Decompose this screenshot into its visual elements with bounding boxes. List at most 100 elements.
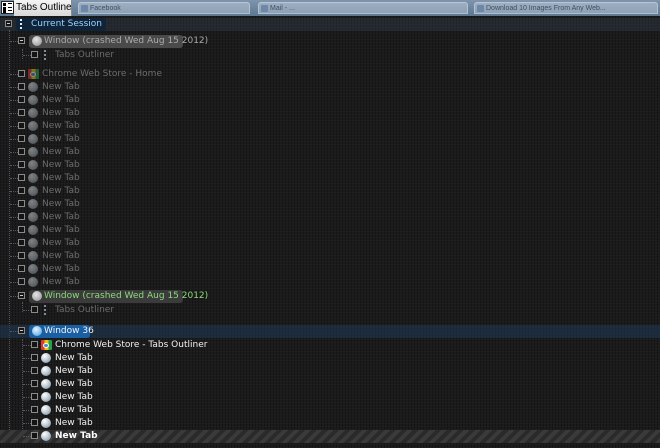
crashed-window-node[interactable]: Window (crashed Wed Aug 15 2012) — [29, 290, 208, 303]
tabs-outliner-icon — [43, 305, 47, 316]
tab-checkbox[interactable] — [18, 96, 25, 103]
globe-icon — [28, 147, 38, 157]
tree-row-tab[interactable]: New Tab — [0, 81, 660, 94]
tree-connector — [10, 331, 18, 332]
tree-row-tab[interactable]: New Tab — [0, 276, 660, 289]
tree-connector — [23, 371, 31, 372]
tree-row-window[interactable]: Window (crashed Wed Aug 15 2012) — [0, 290, 660, 303]
globe-icon — [41, 418, 51, 428]
globe-icon — [28, 134, 38, 144]
tree-row-tab[interactable]: New Tab — [0, 391, 660, 404]
tab-checkbox[interactable] — [18, 70, 25, 77]
tab-checkbox[interactable] — [31, 367, 38, 374]
tree-row-tab[interactable]: Chrome Web Store - Tabs Outliner — [0, 339, 660, 352]
tree-row-tab[interactable]: New Tab — [0, 237, 660, 250]
tab-checkbox[interactable] — [18, 239, 25, 246]
tree-connector — [10, 74, 18, 75]
globe-icon — [28, 95, 38, 105]
globe-icon — [41, 353, 51, 363]
tree-row-tab[interactable]: New Tab — [0, 120, 660, 133]
tab-checkbox[interactable] — [18, 109, 25, 116]
tree-row-tab[interactable]: New Tab — [0, 107, 660, 120]
tab-checkbox[interactable] — [18, 135, 25, 142]
tab-checkbox[interactable] — [31, 306, 38, 313]
tree-connector — [10, 256, 18, 257]
tree-row-tab[interactable]: New Tab — [0, 185, 660, 198]
tab-checkbox[interactable] — [18, 83, 25, 90]
tab-checkbox[interactable] — [31, 341, 38, 348]
globe-icon — [41, 405, 51, 415]
tab-checkbox[interactable] — [31, 419, 38, 426]
tree-row-tab[interactable]: New Tab — [0, 250, 660, 263]
tab-checkbox[interactable] — [31, 393, 38, 400]
tree-row-tab[interactable]: Chrome Web Store - Home — [0, 68, 660, 81]
tree-row-tab[interactable]: New Tab — [0, 352, 660, 365]
tree-row-window[interactable]: Window 36 — [0, 325, 660, 338]
background-tab-facebook[interactable]: Facebook — [78, 2, 250, 14]
globe-icon — [41, 392, 51, 402]
tab-checkbox[interactable] — [18, 161, 25, 168]
globe-icon — [28, 82, 38, 92]
tree-connector — [23, 345, 31, 346]
tree-row-tab[interactable]: New Tab — [0, 133, 660, 146]
tabs-outliner-app-icon — [1, 1, 14, 14]
window-icon — [32, 36, 42, 46]
session-node[interactable]: Current Session — [16, 18, 106, 31]
tab-title: New Tab — [42, 277, 80, 287]
tab-checkbox[interactable] — [31, 406, 38, 413]
tab-title: New Tab — [42, 160, 80, 170]
tab-checkbox[interactable] — [18, 148, 25, 155]
mail-icon — [261, 5, 268, 12]
tree-row-tab[interactable]: New Tab — [0, 211, 660, 224]
tabs-outliner-icon — [19, 19, 23, 30]
tree-row-tab[interactable]: New Tab — [0, 263, 660, 276]
tab-title: New Tab — [55, 405, 93, 415]
collapse-toggle[interactable] — [18, 292, 25, 299]
crashed-window-node[interactable]: Window (crashed Wed Aug 15 2012) — [29, 35, 208, 48]
tab-checkbox[interactable] — [18, 265, 25, 272]
tree-connector — [10, 165, 18, 166]
tree-row-tab[interactable]: New Tab — [0, 365, 660, 378]
collapse-toggle[interactable] — [18, 327, 25, 334]
tab-checkbox[interactable] — [18, 213, 25, 220]
tab-checkbox[interactable] — [31, 51, 38, 58]
tab-checkbox[interactable] — [18, 122, 25, 129]
tree-row-tab-active[interactable]: New Tab — [0, 430, 660, 443]
tab-checkbox[interactable] — [18, 226, 25, 233]
tab-checkbox[interactable] — [18, 200, 25, 207]
globe-icon — [28, 212, 38, 222]
tree-row-tab[interactable]: New Tab — [0, 94, 660, 107]
tree-row-tab[interactable]: New Tab — [0, 198, 660, 211]
tree-row-tab[interactable]: New Tab — [0, 224, 660, 237]
tree-row-tab[interactable]: New Tab — [0, 378, 660, 391]
tree-row-tab[interactable]: New Tab — [0, 159, 660, 172]
tab-checkbox[interactable] — [31, 380, 38, 387]
tab-checkbox[interactable] — [18, 174, 25, 181]
tree-connector — [23, 436, 31, 437]
tab-title: New Tab — [55, 366, 93, 376]
tree-row-tab[interactable]: Tabs Outliner — [0, 49, 660, 62]
tree-row-tab[interactable]: New Tab — [0, 146, 660, 159]
window-36-node[interactable]: Window 36 — [29, 325, 94, 338]
globe-icon — [41, 366, 51, 376]
background-tab-download[interactable]: Download 10 Images From Any Web... — [474, 2, 658, 14]
tree-row-tab[interactable]: Tabs Outliner — [0, 304, 660, 317]
tab-title: New Tab — [42, 225, 80, 235]
tab-title: New Tab — [42, 147, 80, 157]
tab-checkbox[interactable] — [18, 278, 25, 285]
tree-row-tab[interactable]: New Tab — [0, 404, 660, 417]
tab-checkbox[interactable] — [18, 187, 25, 194]
collapse-toggle[interactable] — [18, 37, 25, 44]
tree-row-session[interactable]: Current Session — [0, 18, 660, 31]
tree-row-window[interactable]: Window (crashed Wed Aug 15 2012) — [0, 35, 660, 48]
tree-connector — [23, 55, 31, 56]
tab-checkbox[interactable] — [31, 354, 38, 361]
tree-connector — [23, 410, 31, 411]
tree-row-tab[interactable]: New Tab — [0, 172, 660, 185]
tab-checkbox[interactable] — [18, 252, 25, 259]
tab-checkbox[interactable] — [31, 432, 38, 439]
tree-connector — [10, 113, 18, 114]
background-tab-mail[interactable]: Mail - ... — [258, 2, 468, 14]
collapse-toggle[interactable] — [5, 20, 12, 27]
tree-row-tab[interactable]: New Tab — [0, 417, 660, 430]
